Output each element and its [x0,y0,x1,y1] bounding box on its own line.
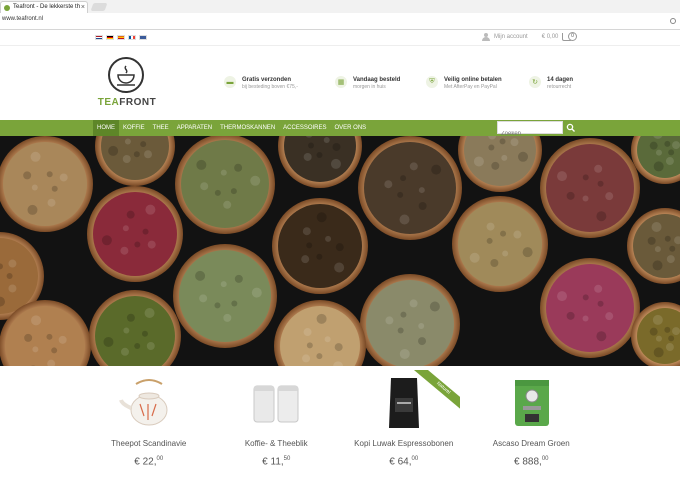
flag-es-icon[interactable] [117,35,125,40]
favicon-icon [4,5,10,11]
product-price: € 11,50 [262,456,291,468]
browser-tab[interactable]: Teafront - De lekkerste th × [0,1,88,13]
product-row: Theepot Scandinavie € 22,00 Koffie- & Th… [85,366,595,480]
page-info-icon[interactable] [670,18,676,24]
search-icon[interactable] [566,122,576,134]
browser-tab-strip: Teafront - De lekkerste th × [0,0,680,13]
logo-text: TEAFRONT [97,97,157,108]
return-icon: ↻ [529,76,541,88]
flag-en-icon[interactable] [139,35,147,40]
usp-secure-payment: ⛨ Veilig online betalen Met AfterPay en P… [426,76,502,91]
close-icon[interactable]: × [81,2,85,13]
nav-item-home[interactable]: HOME [93,120,119,136]
search-box [497,121,563,140]
new-tab-button[interactable] [90,3,108,11]
cart-count-badge[interactable]: 0 [568,32,577,41]
usp-returns: ↻ 14 dagen retourrecht [529,76,573,91]
nav-item-thee[interactable]: THEE [149,120,173,136]
tab-title: Teafront - De lekkerste th [13,4,81,10]
language-selector [95,35,147,40]
product-card[interactable]: Ascaso Dream Groen € 888,00 [468,366,596,480]
product-card[interactable]: Koffie- & Theeblik € 11,50 [213,366,341,480]
product-card[interactable]: Theepot Scandinavie € 22,00 [85,366,213,480]
usp-free-shipping: ▬ Gratis verzonden bij besteding boven €7… [224,76,298,91]
main-nav: HOME KOFFIE THEE APPARATEN THERMOSKANNEN… [0,120,680,140]
flag-nl-icon[interactable] [95,35,103,40]
my-account-link[interactable]: Mijn account [494,34,528,40]
hero-banner-tea-bowls[interactable] [0,136,680,366]
tins-image [253,385,298,423]
url-text[interactable]: www.teafront.nl [2,16,43,22]
flag-de-icon[interactable] [106,35,114,40]
product-price: € 64,00 [389,456,419,468]
utility-bar: Mijn account € 0,00 0 [0,30,680,46]
nav-item-koffie[interactable]: KOFFIE [119,120,149,136]
site-logo[interactable]: TEAFRONT [95,57,159,113]
shield-icon: ⛨ [426,76,438,88]
tea-bowls-image [0,136,680,366]
calendar-icon: ▦ [335,76,347,88]
usp-next-day: ▦ Vandaag besteld morgen in huis [335,76,400,91]
teacup-logo-icon [108,57,144,93]
nav-item-over-ons[interactable]: OVER ONS [331,120,371,136]
product-badge-ribbon: Naturel [410,370,460,414]
teapot-image [119,379,168,426]
nav-item-apparaten[interactable]: APPARATEN [173,120,216,136]
site-header: TEAFRONT ▬ Gratis verzonden bij besteding… [0,46,680,120]
product-name[interactable]: Kopi Luwak Espressobonen [340,439,468,448]
espresso-machine-image [514,380,549,426]
flag-fr-icon[interactable] [128,35,136,40]
product-price: € 888,00 [514,456,549,468]
user-icon[interactable] [482,33,490,41]
truck-icon: ▬ [224,76,236,88]
product-name[interactable]: Theepot Scandinavie [85,439,213,448]
cart-total[interactable]: € 0,00 [542,34,559,40]
nav-item-accessoires[interactable]: ACCESSOIRES [279,120,330,136]
product-name[interactable]: Koffie- & Theeblik [213,439,341,448]
product-price: € 22,00 [134,456,164,468]
account-area: Mijn account € 0,00 [482,33,573,41]
nav-item-thermoskannen[interactable]: THERMOSKANNEN [216,120,279,136]
product-name[interactable]: Ascaso Dream Groen [468,439,596,448]
address-bar[interactable]: www.teafront.nl [0,13,680,30]
